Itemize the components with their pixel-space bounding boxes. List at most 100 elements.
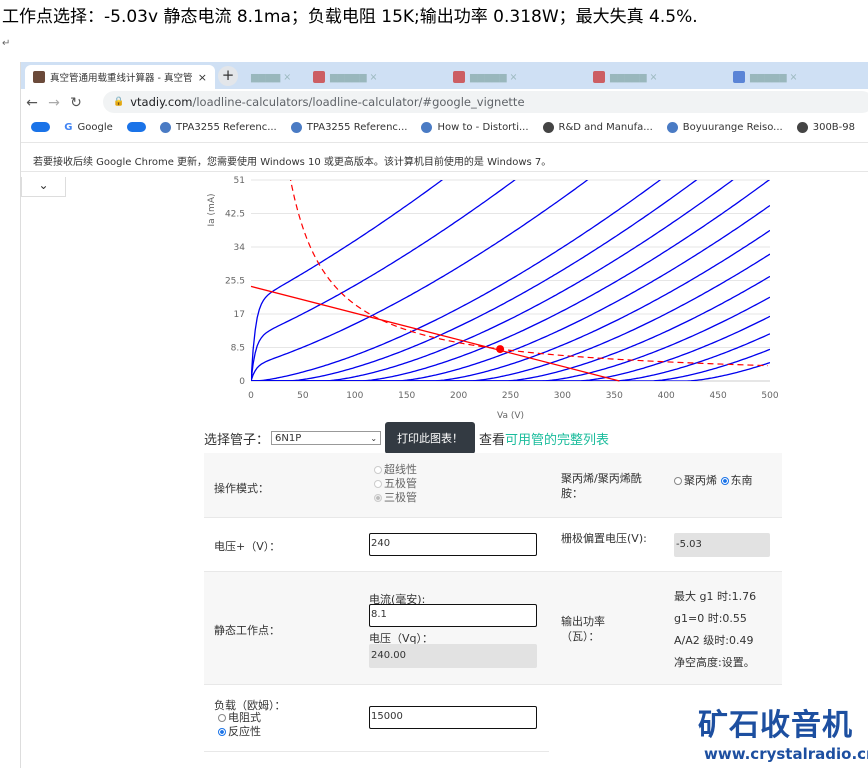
- x-tick-label: 350: [606, 391, 623, 401]
- y-tick-label: 8.5: [231, 344, 245, 354]
- bookmarks-bar: G Google TPA3255 Referenc... TPA3255 Refe…: [21, 116, 868, 138]
- bookmark-label: TPA3255 Referenc...: [306, 121, 408, 133]
- document-caption: 工作点选择：-5.03v 静态电流 8.1ma；负载电阻 15K;输出功率 0.…: [2, 7, 698, 27]
- back-icon[interactable]: ←: [21, 95, 43, 111]
- bookmark-item[interactable]: R&D and Manufa...: [542, 121, 653, 133]
- site-icon: [666, 121, 678, 133]
- google-icon: G: [64, 121, 73, 133]
- bookmark-item[interactable]: Boyuurange Reiso...: [666, 121, 783, 133]
- radio-ultralinear[interactable]: 超线性: [374, 463, 417, 477]
- power-values: 最大 g1 时:1.76 g1=0 时:0.55 A/A2 级时:0.49 净空…: [674, 586, 756, 674]
- radio-se[interactable]: 东南: [720, 474, 753, 487]
- mode-row: 操作模式： 超线性 五极管 三极管 聚丙烯/聚丙烯酰胺： 聚丙烯 东南: [204, 453, 782, 518]
- bias-label: 栅极偏置电压(V):: [561, 532, 647, 545]
- load-line: [250, 285, 620, 382]
- tab-background[interactable]: ▆▆▆▆▆ ×: [445, 65, 577, 89]
- tab-background[interactable]: ▆▆▆▆▆ ×: [725, 65, 857, 89]
- bookmark-item[interactable]: TPA3255 Referenc...: [290, 121, 408, 133]
- x-tick-label: 450: [710, 391, 727, 401]
- y-axis-label: Ia (mA): [207, 194, 217, 227]
- plate-curve: [251, 229, 770, 381]
- watermark-logo: 矿石收音机: [698, 708, 853, 743]
- x-tick-label: 250: [502, 391, 519, 401]
- tube-list-link[interactable]: 可用管的完整列表: [505, 429, 609, 448]
- redacted-bookmark[interactable]: [126, 122, 147, 132]
- bookmark-google[interactable]: G Google: [64, 122, 112, 133]
- radio-resistive[interactable]: 电阻式: [218, 711, 261, 725]
- x-tick-label: 400: [658, 391, 675, 401]
- url-path: /loadline-calculators/loadline-calculato…: [192, 95, 525, 109]
- bookmark-label: R&D and Manufa...: [558, 121, 653, 133]
- plate-curve: [251, 253, 770, 381]
- y-tick-label: 42.5: [225, 210, 245, 220]
- url-host: vtadiy.com: [130, 95, 193, 109]
- x-tick-label: 0: [248, 391, 254, 401]
- y-tick-label: 25.5: [225, 277, 245, 287]
- tube-select[interactable]: 6N1P ⌄: [271, 431, 382, 445]
- radio-pp[interactable]: 聚丙烯: [674, 474, 717, 487]
- y-tick-label: 17: [234, 310, 245, 320]
- site-icon: [160, 121, 172, 133]
- voltage-input[interactable]: 240: [369, 533, 537, 556]
- mode-radios: 超线性 五极管 三极管: [374, 463, 417, 505]
- power-label: 输出功率（瓦）：: [561, 615, 605, 643]
- plate-curve: [251, 296, 770, 381]
- globe-icon: [796, 121, 808, 133]
- globe-icon: [542, 121, 554, 133]
- vq-value: 240.00: [369, 644, 537, 668]
- tab-background[interactable]: ▆▆▆▆▆ ×: [305, 65, 437, 89]
- x-tick-label: 100: [346, 391, 363, 401]
- voltage-label: 电压+（V）：: [214, 540, 281, 553]
- y-tick-label: 0: [239, 377, 245, 387]
- tube-select-row: 选择管子： 6N1P ⌄ 打印此图表！ 查看 可用管的完整列表: [204, 422, 609, 454]
- load-input[interactable]: 15000: [369, 706, 537, 729]
- bookmark-label: TPA3255 Referenc...: [176, 121, 277, 133]
- reload-icon[interactable]: ↻: [65, 95, 87, 111]
- x-tick-label: 200: [450, 391, 467, 401]
- lock-icon: 🔒: [113, 97, 125, 107]
- voltage-row: 电压+（V）： 240 栅极偏置电压(V): -5.03: [204, 518, 782, 572]
- expand-chevron-button[interactable]: ⌄: [21, 177, 66, 197]
- mode-label: 操作模式：: [214, 482, 269, 495]
- power-class-a: A/A2 级时:0.49: [674, 634, 754, 647]
- x-axis-label: Va (V): [497, 411, 524, 420]
- radio-triode[interactable]: 三极管: [374, 491, 417, 505]
- bookmark-label: How to - Distorti...: [437, 121, 529, 133]
- paragraph-mark: ↵: [2, 38, 11, 49]
- chevron-down-icon: ⌄: [370, 433, 378, 443]
- plate-curve: [251, 348, 770, 381]
- bookmark-label: Google: [77, 121, 113, 133]
- site-icon: [421, 121, 433, 133]
- redacted-bookmark[interactable]: [31, 122, 51, 132]
- select-label: 选择管子：: [204, 432, 270, 448]
- radio-pentode[interactable]: 五极管: [374, 477, 417, 491]
- quiescent-label: 静态工作点：: [214, 624, 280, 637]
- update-infobar: 若要接收后续 Google Chrome 更新，您需要使用 Windows 10…: [21, 142, 868, 172]
- current-input[interactable]: 8.1: [369, 604, 537, 627]
- forward-icon[interactable]: →: [43, 95, 65, 111]
- plate-curve: [251, 204, 770, 381]
- view-text: 查看: [479, 432, 506, 448]
- tab-bar: 真空管通用载重线计算器 - 真空管 × + ▆▆▆▆ × ▆▆▆▆▆ × ▆▆▆▆…: [21, 62, 868, 89]
- radio-reactive[interactable]: 反应性: [218, 725, 261, 739]
- print-chart-button[interactable]: 打印此图表！: [385, 422, 476, 454]
- y-tick-label: 51: [234, 176, 245, 186]
- load-radios: 电阻式 反应性: [218, 711, 261, 739]
- bookmark-item[interactable]: TPA3255 Referenc...: [160, 121, 277, 133]
- bookmark-label: 300B-98: [812, 121, 855, 133]
- calculator-form: 操作模式： 超线性 五极管 三极管 聚丙烯/聚丙烯酰胺： 聚丙烯 东南 电压+（…: [204, 453, 782, 752]
- bookmark-item[interactable]: 300B-98: [796, 121, 855, 133]
- plate-curve: [251, 275, 770, 381]
- address-bar[interactable]: 🔒 vtadiy.com/loadline-calculators/loadlin…: [103, 91, 868, 113]
- tab-background[interactable]: ▆▆▆▆▆ ×: [585, 65, 717, 89]
- close-tab-icon[interactable]: ×: [198, 71, 207, 84]
- power-max-g1: 最大 g1 时:1.76: [674, 590, 757, 603]
- x-tick-label: 300: [554, 391, 571, 401]
- plate-curve: [251, 315, 770, 381]
- loadline-chart: 0 8.5 17 25.5 34 42.5 51 0 50 100 150 200 250 300 350 4…: [207, 176, 779, 420]
- bias-value: -5.03: [674, 533, 770, 557]
- bookmark-item[interactable]: How to - Distorti...: [421, 121, 529, 133]
- new-tab-button[interactable]: +: [218, 66, 238, 86]
- operating-point: [496, 345, 505, 354]
- tab-active[interactable]: 真空管通用载重线计算器 - 真空管 ×: [25, 65, 215, 89]
